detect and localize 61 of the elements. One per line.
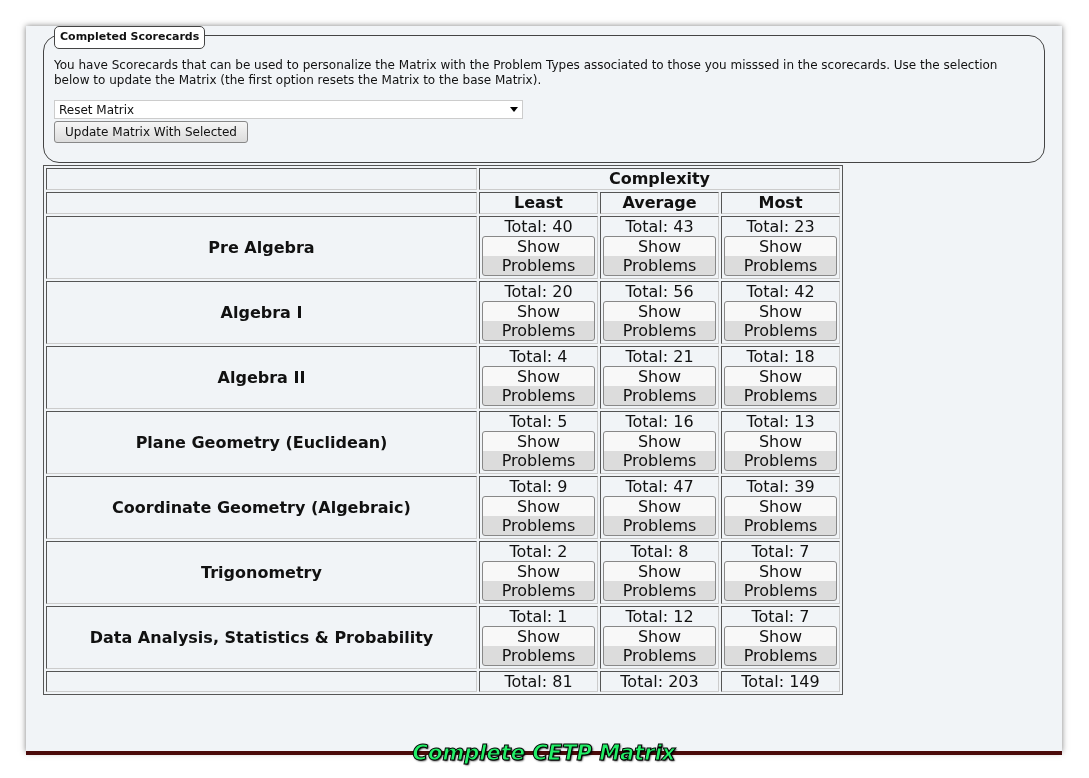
row-label: Pre Algebra (46, 216, 477, 279)
show-problems-button[interactable]: Show Problems (603, 366, 716, 406)
total-text: Total: 23 (745, 217, 816, 236)
total-text: Total: 1 (508, 607, 569, 626)
show-problems-button[interactable]: Show Problems (603, 496, 716, 536)
show-problems-button[interactable]: Show Problems (482, 301, 595, 341)
row-label: Plane Geometry (Euclidean) (46, 411, 477, 474)
column-header: Most (721, 192, 840, 214)
total-text: Total: 42 (745, 282, 816, 301)
total-text: Total: 12 (624, 607, 695, 626)
dropdown-arrow-icon (510, 107, 518, 112)
column-header: Average (600, 192, 719, 214)
total-text: Total: 9 (508, 477, 569, 496)
total-text: Total: 56 (624, 282, 695, 301)
total-text: Total: 39 (745, 477, 816, 496)
show-problems-button[interactable]: Show Problems (724, 431, 837, 471)
total-text: Total: 20 (503, 282, 574, 301)
total-text: Total: 7 (750, 607, 811, 626)
total-cell: Total: 81 (479, 671, 598, 692)
show-problems-button[interactable]: Show Problems (482, 561, 595, 601)
show-problems-button[interactable]: Show Problems (724, 626, 837, 666)
total-text: Total: 8 (629, 542, 690, 561)
total-text: Total: 4 (508, 347, 569, 366)
description-text: You have Scorecards that can be used to personalize the Matrix with the Problem Types associated to those you misssed in the scorecards. Use the selection below to update the Matrix (the first option resets the Matrix to the base Matrix). (54, 58, 999, 88)
row-label: Coordinate Geometry (Algebraic) (46, 476, 477, 539)
show-problems-button[interactable]: Show Problems (724, 496, 837, 536)
show-problems-button[interactable]: Show Problems (482, 626, 595, 666)
show-problems-button[interactable]: Show Problems (724, 561, 837, 601)
panel-legend: Completed Scorecards (54, 26, 206, 49)
total-cell: Total: 149 (721, 671, 840, 692)
show-problems-button[interactable]: Show Problems (482, 236, 595, 276)
total-text: Total: 2 (508, 542, 569, 561)
show-problems-button[interactable]: Show Problems (482, 496, 595, 536)
total-cell: Total: 203 (600, 671, 719, 692)
show-problems-button[interactable]: Show Problems (603, 561, 716, 601)
total-text: Total: 21 (624, 347, 695, 366)
total-text: Total: 43 (624, 217, 695, 236)
show-problems-button[interactable]: Show Problems (724, 236, 837, 276)
show-problems-button[interactable]: Show Problems (724, 301, 837, 341)
total-text: Total: 16 (624, 412, 695, 431)
update-matrix-button[interactable]: Update Matrix With Selected (54, 121, 248, 143)
show-problems-button[interactable]: Show Problems (603, 431, 716, 471)
row-label: Trigonometry (46, 541, 477, 604)
show-problems-button[interactable]: Show Problems (603, 236, 716, 276)
show-problems-button[interactable]: Show Problems (603, 626, 716, 666)
column-header: Least (479, 192, 598, 214)
scorecard-select[interactable]: Reset Matrix (54, 100, 523, 119)
total-text: Total: 5 (508, 412, 569, 431)
total-text: Total: 13 (745, 412, 816, 431)
show-problems-button[interactable]: Show Problems (724, 366, 837, 406)
total-text: Total: 40 (503, 217, 574, 236)
total-text: Total: 18 (745, 347, 816, 366)
row-label: Data Analysis, Statistics & Probability (46, 606, 477, 669)
total-text: Total: 47 (624, 477, 695, 496)
total-text: Total: 7 (750, 542, 811, 561)
complexity-header: Complexity (479, 168, 840, 190)
show-problems-button[interactable]: Show Problems (603, 301, 716, 341)
show-problems-button[interactable]: Show Problems (482, 366, 595, 406)
row-label: Algebra II (46, 346, 477, 409)
show-problems-button[interactable]: Show Problems (482, 431, 595, 471)
row-label: Algebra I (46, 281, 477, 344)
